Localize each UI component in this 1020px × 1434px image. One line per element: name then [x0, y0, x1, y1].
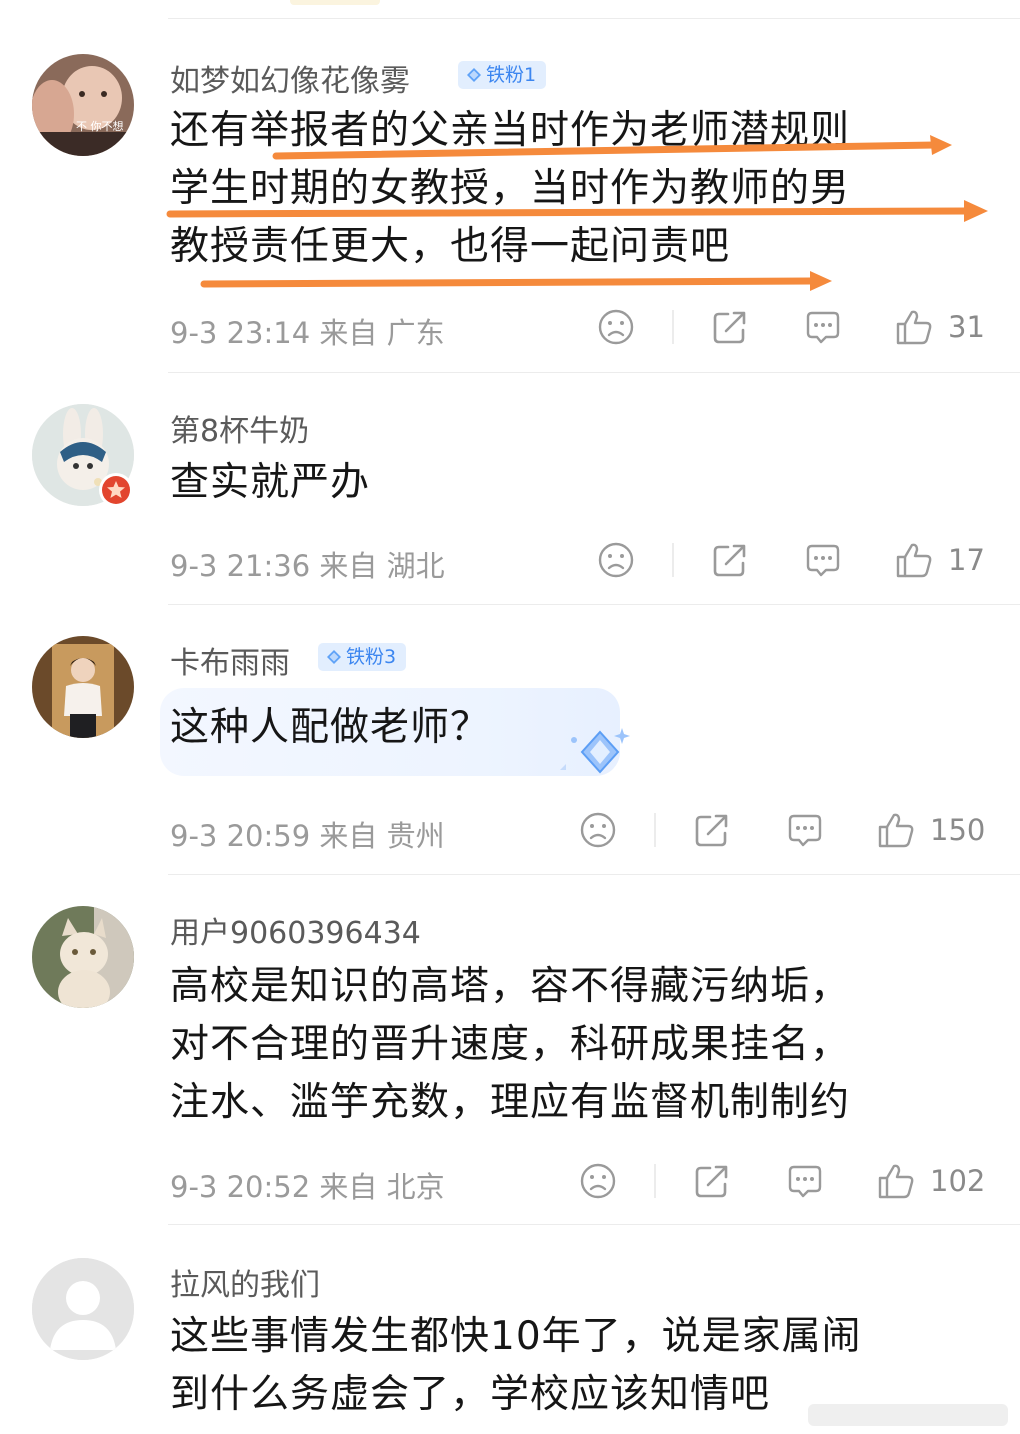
- comment-button[interactable]: [784, 1158, 824, 1204]
- like-count: 102: [930, 1164, 986, 1198]
- share-button[interactable]: [710, 537, 750, 583]
- comment-text-line: 查实就严办: [170, 460, 371, 505]
- comment-bubble-icon: [802, 307, 842, 347]
- comment-bubble-icon: [802, 540, 842, 580]
- divider: [168, 1224, 1020, 1225]
- divider: [168, 372, 1020, 373]
- share-button[interactable]: [692, 807, 732, 853]
- thumbs-up-icon: [894, 540, 934, 580]
- comment-meta-row: 9-3 20:52 来自 北京 102: [170, 1158, 988, 1204]
- divider: [168, 18, 1020, 19]
- avatar[interactable]: 不 你不想: [32, 54, 134, 156]
- comment-button[interactable]: [802, 304, 842, 350]
- default-avatar-icon: [32, 1258, 134, 1360]
- frown-face-icon: [596, 307, 636, 347]
- fan-badge[interactable]: 铁粉3: [318, 643, 407, 671]
- timestamp-location: 9-3 20:52 来自 北京: [170, 1170, 445, 1204]
- frown-face-icon: [578, 810, 618, 850]
- comment-text-line: 还有举报者的父亲当时作为老师潜规则: [170, 108, 851, 153]
- fan-badge[interactable]: 铁粉1: [458, 61, 547, 89]
- avatar-caption: 不 你不想: [76, 119, 124, 133]
- share-button[interactable]: [710, 304, 750, 350]
- comment-text-line: 注水、滥竽充数，理应有监督机制制约: [170, 1080, 851, 1125]
- username[interactable]: 卡布雨雨: [170, 638, 290, 682]
- share-icon: [710, 307, 750, 347]
- avatar[interactable]: [32, 906, 134, 1008]
- thumbs-up-icon: [876, 810, 916, 850]
- comment-bubble-icon: [784, 1161, 824, 1201]
- comment-text-line: 对不合理的晋升速度，科研成果挂名，: [170, 1022, 851, 1067]
- comment-meta-row: 9-3 23:14 来自 广东 31: [170, 304, 988, 350]
- like-count: 17: [948, 543, 985, 577]
- watermark: [808, 1404, 1008, 1426]
- fan-badge-label: 铁粉3: [346, 646, 397, 668]
- diamond-gem-icon: [466, 67, 482, 83]
- comment-text: 还有举报者的父亲当时作为老师潜规则 学生时期的女教授，当时作为教师的男 教授责任…: [170, 102, 980, 276]
- like-count: 150: [930, 813, 986, 847]
- diamond-gem-icon: [326, 649, 342, 665]
- separator: [654, 1164, 656, 1198]
- divider: [168, 604, 1020, 605]
- comment-button[interactable]: [802, 537, 842, 583]
- share-icon: [692, 810, 732, 850]
- comment-text: 高校是知识的高塔，容不得藏污纳垢， 对不合理的晋升速度，科研成果挂名， 注水、滥…: [170, 958, 980, 1132]
- comment-text: 这种人配做老师？: [170, 699, 980, 757]
- dislike-button[interactable]: [578, 807, 618, 853]
- comment-text-line: 这些事情发生都快10年了，说是家属闹: [170, 1314, 862, 1359]
- comment-button[interactable]: [784, 807, 824, 853]
- comment-meta-row: 9-3 21:36 来自 湖北 17: [170, 537, 988, 583]
- share-button[interactable]: [692, 1158, 732, 1204]
- avatar[interactable]: [32, 1258, 134, 1360]
- share-icon: [710, 540, 750, 580]
- username[interactable]: 如梦如幻像花像雾: [170, 56, 410, 100]
- username[interactable]: 用户9060396434: [170, 908, 421, 952]
- avatar[interactable]: [32, 636, 134, 738]
- comment-text: 查实就严办: [170, 454, 980, 512]
- like-button[interactable]: 150: [876, 807, 985, 853]
- timestamp-location: 9-3 23:14 来自 广东: [170, 316, 445, 350]
- thumbs-up-icon: [894, 307, 934, 347]
- comment-text-line: 学生时期的女教授，当时作为教师的男: [170, 166, 851, 211]
- annotation-arrow-line: [200, 277, 816, 288]
- dislike-button[interactable]: [596, 304, 636, 350]
- previous-item-edge: [290, 0, 380, 5]
- thumbs-up-icon: [876, 1161, 916, 1201]
- fan-badge-label: 铁粉1: [486, 64, 537, 86]
- like-button[interactable]: 102: [876, 1158, 985, 1204]
- username[interactable]: 拉风的我们: [170, 1260, 320, 1304]
- like-count: 31: [948, 310, 985, 344]
- comment-bubble-icon: [784, 810, 824, 850]
- comment-text-line: 教授责任更大，也得一起问责吧: [170, 224, 731, 269]
- frown-face-icon: [596, 540, 636, 580]
- separator: [672, 543, 674, 577]
- divider: [168, 874, 1020, 875]
- comment-text-line: 这种人配做老师？: [170, 705, 491, 750]
- dislike-button[interactable]: [578, 1158, 618, 1204]
- like-button[interactable]: 17: [894, 537, 985, 583]
- username[interactable]: 第8杯牛奶: [170, 406, 309, 450]
- separator: [672, 310, 674, 344]
- frown-face-icon: [578, 1161, 618, 1201]
- separator: [654, 813, 656, 847]
- dislike-button[interactable]: [596, 537, 636, 583]
- verified-badge-icon: [99, 473, 133, 507]
- timestamp-location: 9-3 21:36 来自 湖北: [170, 549, 445, 583]
- share-icon: [692, 1161, 732, 1201]
- timestamp-location: 9-3 20:59 来自 贵州: [170, 819, 445, 853]
- like-button[interactable]: 31: [894, 304, 985, 350]
- comment-meta-row: 9-3 20:59 来自 贵州 150: [170, 807, 988, 853]
- comment-text-line: 高校是知识的高塔，容不得藏污纳垢，: [170, 964, 851, 1009]
